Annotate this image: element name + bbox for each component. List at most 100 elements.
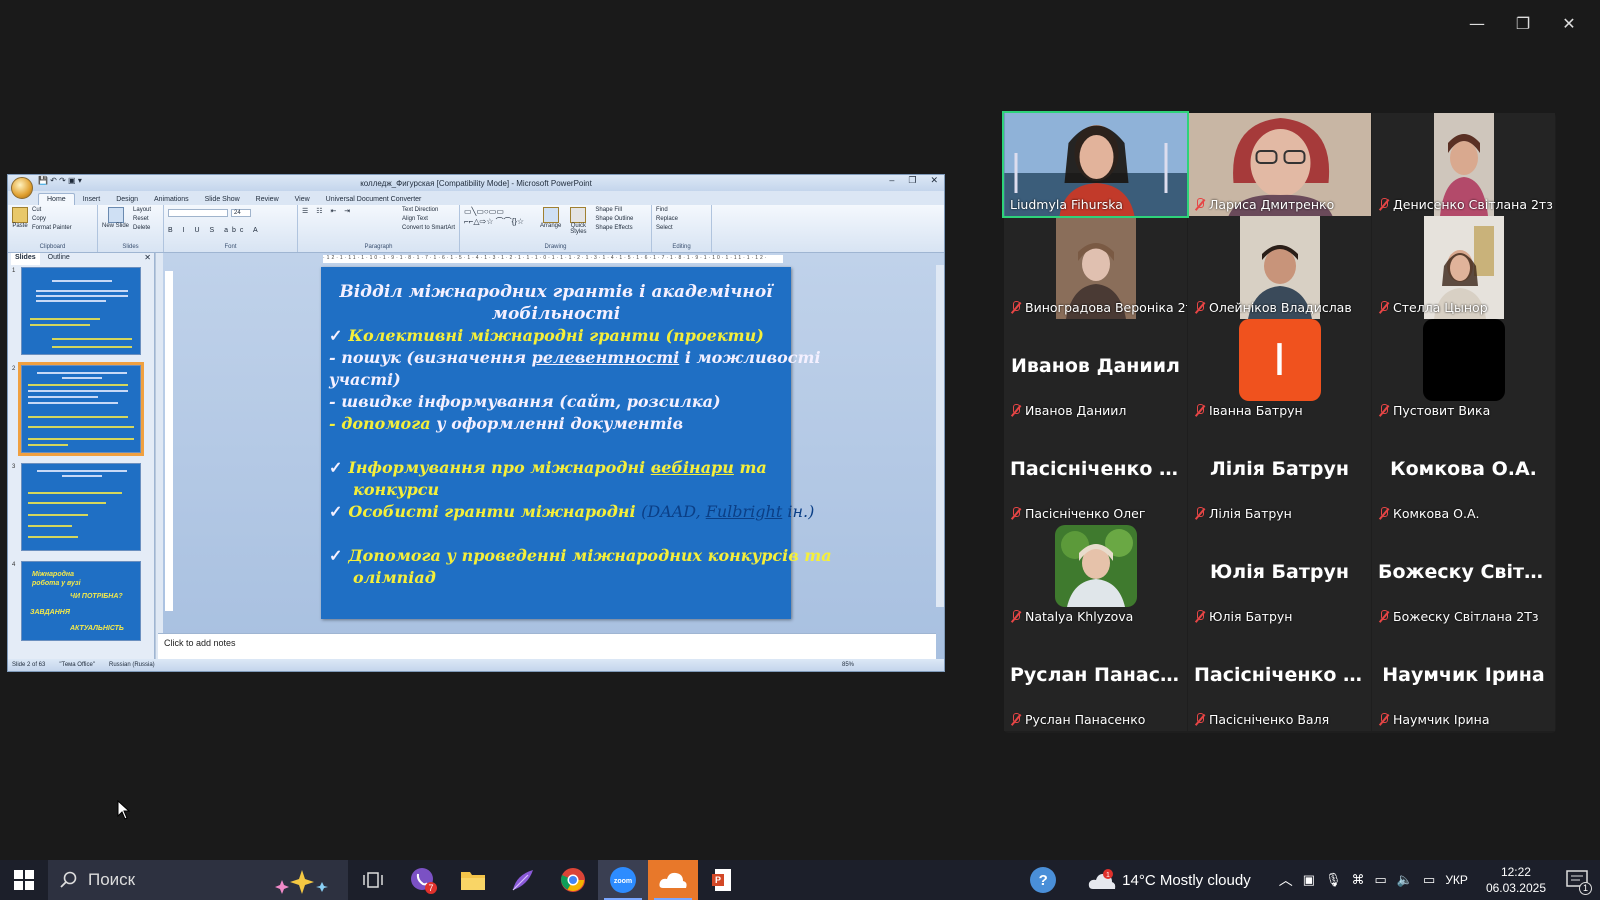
taskbar-chrome[interactable]	[548, 860, 598, 900]
reset-button[interactable]: Reset	[133, 216, 151, 222]
participant-tile[interactable]: Пасісніченко В... Пасісніченко Валя	[1188, 628, 1371, 731]
notes-pane[interactable]: Click to add notes	[158, 633, 936, 659]
new-slide-icon[interactable]	[107, 207, 124, 223]
restore-icon[interactable]: ❐	[1500, 8, 1546, 38]
weather-widget[interactable]: 1 14°C Mostly cloudy	[1088, 869, 1251, 891]
shapes-gallery-icon[interactable]: ▭╲▭○▭▭ ⌐⌐△⇨☆ ⌒⌒{}☆	[464, 207, 534, 227]
slide-thumbnail-1[interactable]: 1	[12, 267, 141, 355]
ppt-close-icon[interactable]: ✕	[930, 175, 938, 186]
taskbar-zoom[interactable]: zoom	[598, 860, 648, 900]
participant-tile[interactable]: Виноградова Вероніка 2тз	[1004, 216, 1187, 319]
editor-scrollbar[interactable]	[936, 265, 944, 607]
participant-tile[interactable]: Пасісніченко О... Пасісніченко Олег	[1004, 422, 1187, 525]
participant-tile[interactable]: Пустовит Вика	[1372, 319, 1555, 422]
tab-review[interactable]: Review	[248, 194, 287, 205]
participant-tile[interactable]: Natalya Khlyzova	[1004, 525, 1187, 628]
delete-button[interactable]: Delete	[133, 225, 151, 231]
shape-effects-button[interactable]: Shape Effects	[595, 225, 633, 231]
taskbar-feather-app[interactable]	[498, 860, 548, 900]
taskbar-search[interactable]: Поиск	[48, 860, 348, 900]
notification-center[interactable]: 1	[1562, 865, 1592, 895]
muted-mic-icon	[1378, 507, 1389, 520]
tab-slides[interactable]: Slides	[11, 253, 40, 265]
arrange-icon[interactable]	[542, 207, 559, 223]
language-indicator[interactable]: УКР	[1445, 873, 1468, 887]
task-view-button[interactable]	[348, 860, 398, 900]
meet-icon[interactable]: ▣	[1303, 872, 1315, 888]
close-icon[interactable]: ✕	[1546, 8, 1592, 38]
microphone-icon[interactable]: 🎙	[1325, 872, 1342, 888]
tab-animations[interactable]: Animations	[146, 194, 197, 205]
quick-styles-icon[interactable]	[570, 207, 587, 223]
chevron-up-icon[interactable]: ︿	[1279, 870, 1293, 890]
quick-access-icons[interactable]: 💾 ↶ ↷ ▣ ▾	[38, 176, 82, 185]
participant-tile[interactable]: Юлія Батрун Юлія Батрун	[1188, 525, 1371, 628]
participant-tile[interactable]: Комкова О.А. Комкова О.А.	[1372, 422, 1555, 525]
participant-tile[interactable]: I Іванна Батрун	[1188, 319, 1371, 422]
participant-tile[interactable]: Денисенко Світлана 2тз	[1372, 113, 1555, 216]
font-format-icons[interactable]: B I U S abc A	[168, 227, 293, 234]
network-icon[interactable]: ⌘	[1352, 872, 1365, 888]
align-text-button[interactable]: Align Text	[402, 216, 455, 222]
slide-thumbnail-2[interactable]: 2	[12, 362, 144, 456]
participant-tile[interactable]: Олейніков Владислав	[1188, 216, 1371, 319]
clock[interactable]: 12:22 06.03.2025	[1486, 864, 1546, 896]
participant-tile[interactable]: Лілія Батрун Лілія Батрун	[1188, 422, 1371, 525]
font-name-box[interactable]	[168, 209, 228, 217]
slide-thumbnail-3[interactable]: 3	[12, 463, 141, 551]
paste-button[interactable]: Paste	[12, 223, 28, 229]
slides-pane-scrollbar[interactable]	[155, 253, 163, 659]
quick-styles-button[interactable]: Quick Styles	[567, 223, 589, 235]
tab-outline[interactable]: Outline	[44, 253, 74, 265]
participant-tile[interactable]: Liudmyla Fihurska	[1002, 111, 1189, 218]
list-icons[interactable]: ☰ ☷ ⇤ ⇥	[302, 207, 353, 231]
tab-design[interactable]: Design	[108, 194, 146, 205]
language[interactable]: Russian (Russia)	[109, 662, 155, 668]
new-slide-button[interactable]: New Slide	[102, 223, 129, 229]
speaker-icon[interactable]: 🔈	[1397, 872, 1413, 888]
tab-universal-converter[interactable]: Universal Document Converter	[318, 194, 430, 205]
participant-display-name: Божеску Світла...	[1378, 561, 1555, 583]
minimize-icon[interactable]: —	[1454, 8, 1500, 38]
participant-tile[interactable]: Лариса Дмитренко	[1188, 113, 1371, 216]
participant-tile[interactable]: Руслан Панасе... Руслан Панасенко	[1004, 628, 1187, 731]
taskbar-viber[interactable]: 7	[398, 860, 448, 900]
office-button[interactable]	[11, 177, 33, 199]
copy-button[interactable]: Copy	[32, 216, 72, 222]
tab-slide-show[interactable]: Slide Show	[197, 194, 248, 205]
battery-icon[interactable]: ▭	[1375, 872, 1387, 888]
paste-icon[interactable]	[12, 207, 28, 223]
tab-insert[interactable]: Insert	[75, 194, 109, 205]
current-slide[interactable]: Відділ міжнародних грантів і академічної…	[321, 267, 832, 619]
arrange-button[interactable]: Arrange	[540, 223, 561, 229]
cut-button[interactable]: Cut	[32, 207, 72, 213]
tab-home[interactable]: Home	[38, 193, 75, 205]
text-direction-button[interactable]: Text Direction	[402, 207, 455, 213]
start-button[interactable]	[0, 860, 48, 900]
ppt-restore-icon[interactable]: ❐	[908, 175, 916, 186]
help-icon[interactable]: ?	[1030, 867, 1057, 893]
slide-text: Fulbright	[705, 502, 783, 521]
participant-tile[interactable]: Стелла Цынор	[1372, 216, 1555, 319]
font-size-box[interactable]: 24	[231, 209, 251, 217]
convert-smartart-button[interactable]: Convert to SmartArt	[402, 225, 455, 231]
display-icon[interactable]: ▭	[1423, 872, 1435, 888]
participant-tile[interactable]: Иванов Даниил Иванов Даниил	[1004, 319, 1187, 422]
taskbar-powerpoint-doc[interactable]: P	[698, 860, 748, 900]
format-painter-button[interactable]: Format Painter	[32, 225, 72, 231]
shape-outline-button[interactable]: Shape Outline	[595, 216, 633, 222]
layout-button[interactable]: Layout	[133, 207, 151, 213]
find-button[interactable]: Find	[656, 207, 707, 213]
participant-tile[interactable]: Божеску Світла... Божеску Світлана 2Тз	[1372, 525, 1555, 628]
replace-button[interactable]: Replace	[656, 216, 707, 222]
tab-view[interactable]: View	[287, 194, 318, 205]
select-button[interactable]: Select	[656, 225, 707, 231]
shape-fill-button[interactable]: Shape Fill	[595, 207, 633, 213]
participant-tile[interactable]: Наумчик Ірина Наумчик Ірина	[1372, 628, 1555, 731]
pane-close-icon[interactable]: ✕	[144, 253, 151, 262]
taskbar-cloud-app[interactable]	[648, 860, 698, 900]
slide-thumbnail-4[interactable]: 4 Міжнародна робота у вузі ЧИ ПОТРІБНА? …	[12, 561, 141, 641]
taskbar-file-explorer[interactable]	[448, 860, 498, 900]
ppt-minimize-icon[interactable]: –	[889, 175, 894, 186]
zoom-level[interactable]: 85%	[842, 662, 854, 668]
